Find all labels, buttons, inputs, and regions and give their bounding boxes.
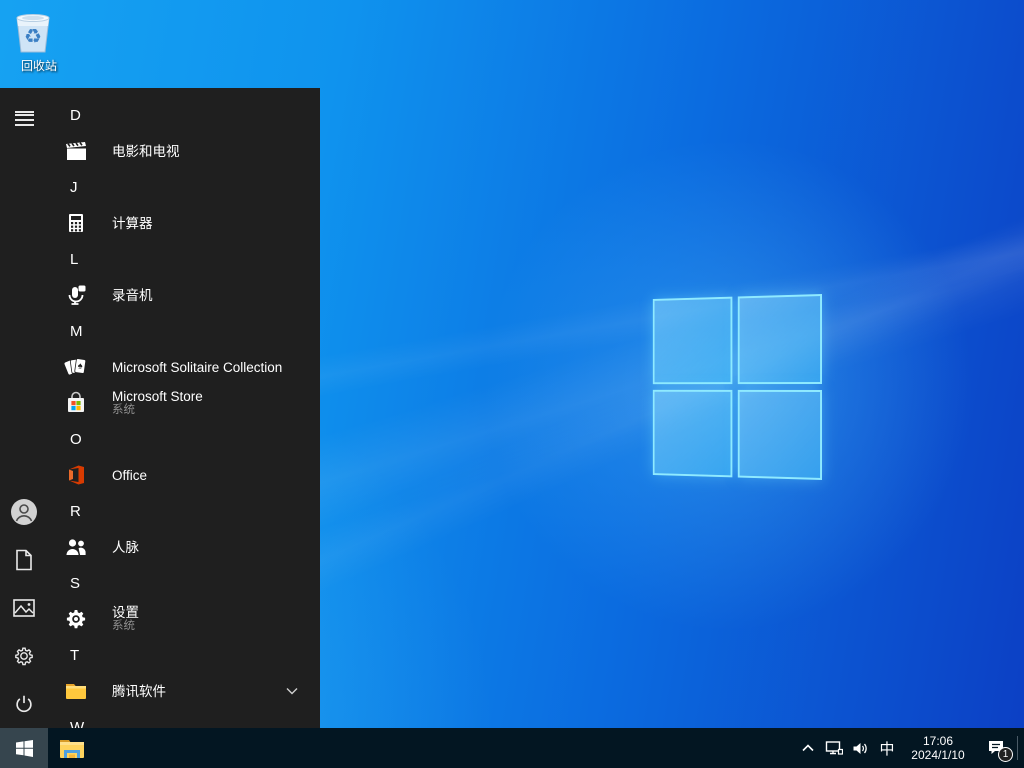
office-icon xyxy=(64,463,88,487)
start-menu-item-calculator[interactable]: 计算器 xyxy=(48,205,320,241)
start-menu-item-office[interactable]: Office xyxy=(48,457,320,493)
clock-time: 17:06 xyxy=(922,734,954,748)
section-letter-label: S xyxy=(70,574,81,592)
gear-icon xyxy=(13,645,35,667)
section-letter-label: O xyxy=(70,430,82,448)
rail-button-user-account[interactable] xyxy=(0,488,48,536)
start-menu-item-solitaire[interactable]: ♠ Microsoft Solitaire Collection xyxy=(48,349,320,385)
notification-badge: 1 xyxy=(998,747,1013,762)
app-label: 设置 xyxy=(112,605,139,620)
app-label: 人脉 xyxy=(112,539,139,555)
rail-button-pictures[interactable] xyxy=(0,584,48,632)
rail-button-settings[interactable] xyxy=(0,632,48,680)
section-letter-label: W xyxy=(70,718,85,729)
action-center-button[interactable]: 1 xyxy=(975,728,1017,768)
power-icon xyxy=(13,693,35,715)
start-button[interactable] xyxy=(0,728,48,768)
start-menu: D 电影和电视 J 计算器 L 录音机 M ♠ Microsoft Solitaire Coll… xyxy=(0,88,320,728)
file-explorer-icon xyxy=(60,740,84,758)
section-letter-label: T xyxy=(70,646,80,664)
system-tray: 中 17:06 2024/1/10 1 xyxy=(795,728,1024,768)
start-menu-item-movies-tv[interactable]: 电影和电视 xyxy=(48,133,320,169)
store-icon xyxy=(64,391,88,415)
recycle-bin-icon: ♻ xyxy=(10,8,68,56)
documents-icon xyxy=(14,549,34,571)
app-label: Microsoft Solitaire Collection xyxy=(112,359,283,375)
recycle-bin[interactable]: ♻ 回收站 xyxy=(10,8,68,74)
taskbar-clock[interactable]: 17:06 2024/1/10 xyxy=(901,728,975,768)
folder-icon xyxy=(64,679,88,703)
start-menu-app-list: D 电影和电视 J 计算器 L 录音机 M ♠ Microsoft Solitaire Coll… xyxy=(48,88,320,728)
app-label: 腾讯软件 xyxy=(112,683,166,699)
start-menu-item-tencent-folder[interactable]: 腾讯软件 xyxy=(48,673,320,709)
chevron-down-icon[interactable] xyxy=(286,687,298,695)
app-label: 计算器 xyxy=(112,215,153,231)
hamburger-menu-icon[interactable] xyxy=(0,88,48,136)
section-letter-label: L xyxy=(70,250,79,268)
section-letter-s[interactable]: S xyxy=(48,565,320,601)
solitaire-icon: ♠ xyxy=(64,355,88,379)
taskbar: 中 17:06 2024/1/10 1 xyxy=(0,728,1024,768)
network-icon[interactable] xyxy=(821,728,847,768)
people-icon xyxy=(64,535,88,559)
section-letter-label: J xyxy=(70,178,78,196)
app-sublabel: 系统 xyxy=(112,620,135,632)
windows-logo-wallpaper xyxy=(652,294,822,480)
section-letter-label: M xyxy=(70,322,83,340)
start-menu-item-voice-recorder[interactable]: 录音机 xyxy=(48,277,320,313)
svg-text:♻: ♻ xyxy=(24,24,42,48)
app-label: Microsoft Store xyxy=(112,389,203,404)
voice-recorder-icon xyxy=(64,283,88,307)
user-avatar-icon xyxy=(10,498,38,526)
app-label: Office xyxy=(112,467,148,483)
start-menu-item-settings[interactable]: 设置 系统 xyxy=(48,601,320,637)
desktop: ♻ 回收站 D 电影和电视 J 计算器 L 录音机 M ♠ Microsoft Solitair… xyxy=(0,0,1024,768)
rail-button-documents[interactable] xyxy=(0,536,48,584)
windows-logo-icon xyxy=(15,739,33,757)
movies-tv-icon xyxy=(64,139,88,163)
tray-separator xyxy=(1017,736,1018,760)
section-letter-l[interactable]: L xyxy=(48,241,320,277)
app-sublabel: 系统 xyxy=(112,404,135,416)
section-letter-d[interactable]: D xyxy=(48,97,320,133)
pictures-icon xyxy=(13,599,35,617)
recycle-bin-label: 回收站 xyxy=(20,59,57,73)
clock-date: 2024/1/10 xyxy=(911,748,965,762)
calculator-icon xyxy=(64,211,88,235)
start-menu-item-microsoft-store[interactable]: Microsoft Store 系统 xyxy=(48,385,320,421)
start-menu-rail xyxy=(0,88,48,728)
tray-chevron-up-icon[interactable] xyxy=(795,728,821,768)
section-letter-m[interactable]: M xyxy=(48,313,320,349)
section-letter-label: R xyxy=(70,502,81,520)
rail-button-power[interactable] xyxy=(0,680,48,728)
volume-icon[interactable] xyxy=(847,728,873,768)
section-letter-w[interactable]: W xyxy=(48,709,320,729)
section-letter-r[interactable]: R xyxy=(48,493,320,529)
app-label: 录音机 xyxy=(112,287,153,303)
section-letter-j[interactable]: J xyxy=(48,169,320,205)
app-label: 电影和电视 xyxy=(112,143,180,159)
ime-indicator[interactable]: 中 xyxy=(873,728,901,768)
settings-icon xyxy=(64,607,88,631)
file-explorer-taskbar-button[interactable] xyxy=(48,728,96,768)
section-letter-o[interactable]: O xyxy=(48,421,320,457)
section-letter-label: D xyxy=(70,106,81,124)
section-letter-t[interactable]: T xyxy=(48,637,320,673)
start-menu-item-people[interactable]: 人脉 xyxy=(48,529,320,565)
